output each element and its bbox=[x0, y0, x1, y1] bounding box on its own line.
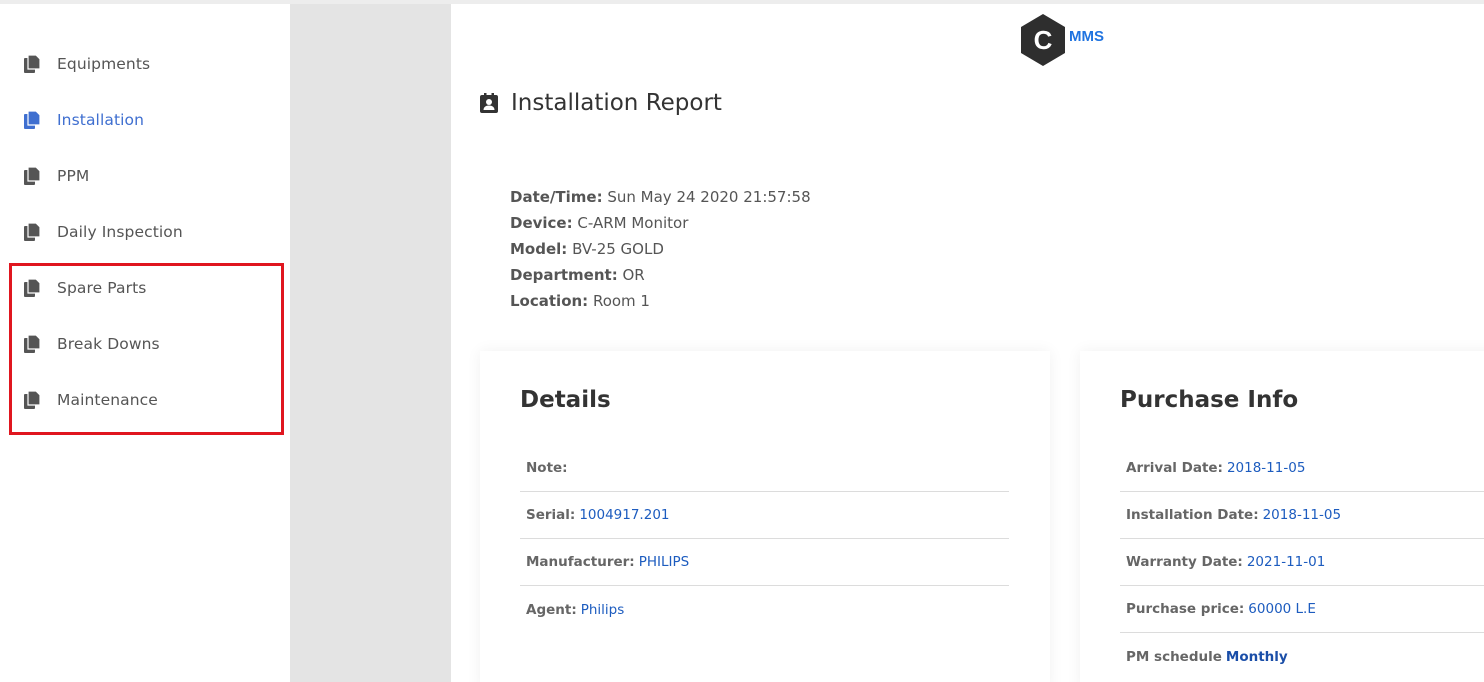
purchase-value: 2018-11-05 bbox=[1226, 460, 1306, 476]
meta-location: Location: Room 1 bbox=[510, 288, 811, 314]
meta-datetime: Date/Time: Sun May 24 2020 21:57:58 bbox=[510, 184, 811, 210]
meta-department: Department: OR bbox=[510, 262, 811, 288]
detail-key: Agent: bbox=[526, 601, 577, 618]
purchase-arrival-date: Arrival Date: 2018-11-05 bbox=[1120, 445, 1484, 492]
sidebar-item-label: Spare Parts bbox=[57, 279, 147, 297]
logo-letter: C bbox=[1034, 25, 1053, 55]
purchase-key: Purchase price: bbox=[1126, 601, 1245, 617]
purchase-info-card: Purchase Info Arrival Date: 2018-11-05 In… bbox=[1080, 351, 1484, 682]
meta-value: OR bbox=[622, 266, 645, 284]
main-content: C MMS Installation Report Date/Time: Sun… bbox=[451, 4, 1484, 682]
hexagon-logo-icon: C bbox=[1021, 14, 1065, 66]
detail-manufacturer: Manufacturer: PHILIPS bbox=[520, 539, 1009, 586]
purchase-key: Warranty Date: bbox=[1126, 554, 1243, 570]
gutter-panel bbox=[290, 4, 451, 682]
details-card: Details Note: Serial: 1004917.201 Manufac… bbox=[480, 351, 1050, 682]
purchase-value: 2021-11-01 bbox=[1246, 554, 1326, 570]
meta-key: Location: bbox=[510, 292, 589, 310]
detail-value: Philips bbox=[580, 601, 625, 618]
copy-icon bbox=[24, 111, 40, 129]
purchase-key: PM schedule bbox=[1126, 648, 1222, 665]
copy-icon bbox=[24, 223, 40, 241]
detail-value: PHILIPS bbox=[638, 554, 690, 570]
app-logo[interactable]: C MMS bbox=[1019, 13, 1104, 67]
sidebar-item-label: Maintenance bbox=[57, 391, 158, 409]
sidebar-item-installation[interactable]: Installation bbox=[24, 100, 144, 140]
purchase-price: Purchase price: 60000 L.E bbox=[1120, 586, 1484, 633]
sidebar-item-label: PPM bbox=[57, 167, 90, 185]
meta-key: Model: bbox=[510, 240, 568, 258]
detail-key: Serial: bbox=[526, 507, 576, 523]
meta-key: Department: bbox=[510, 266, 618, 284]
copy-icon bbox=[24, 279, 40, 297]
purchase-pm-schedule: PM schedule Monthly bbox=[1120, 633, 1484, 680]
detail-value: 1004917.201 bbox=[579, 507, 670, 523]
sidebar-item-label: Installation bbox=[57, 111, 145, 129]
sidebar-item-ppm[interactable]: PPM bbox=[24, 156, 89, 196]
purchase-key: Arrival Date: bbox=[1126, 460, 1223, 476]
contact-badge-icon bbox=[480, 93, 498, 113]
sidebar-item-label: Equipments bbox=[57, 55, 151, 73]
meta-key: Device: bbox=[510, 214, 573, 232]
meta-value: BV-25 GOLD bbox=[572, 240, 664, 258]
copy-icon bbox=[24, 391, 40, 409]
copy-icon bbox=[24, 335, 40, 353]
logo-text: MMS bbox=[1069, 27, 1104, 45]
detail-key: Manufacturer: bbox=[526, 554, 635, 570]
purchase-key: Installation Date: bbox=[1126, 507, 1259, 523]
sidebar-item-label: Break Downs bbox=[57, 335, 160, 353]
report-meta: Date/Time: Sun May 24 2020 21:57:58 Devi… bbox=[510, 184, 811, 314]
page-title: Installation Report bbox=[479, 90, 722, 116]
purchase-warranty-date: Warranty Date: 2021-11-01 bbox=[1120, 539, 1484, 586]
meta-value: C-ARM Monitor bbox=[577, 214, 689, 232]
details-list: Note: Serial: 1004917.201 Manufacturer: PH… bbox=[520, 445, 1009, 633]
meta-value: Sun May 24 2020 21:57:58 bbox=[607, 188, 811, 206]
detail-note: Note: bbox=[520, 445, 1009, 492]
purchase-title: Purchase Info bbox=[1120, 387, 1299, 413]
page-title-text: Installation Report bbox=[511, 90, 722, 116]
sidebar-item-equipments[interactable]: Equipments bbox=[24, 44, 150, 84]
sidebar-item-label: Daily Inspection bbox=[57, 223, 183, 241]
meta-value: Room 1 bbox=[592, 292, 650, 310]
details-title: Details bbox=[520, 387, 611, 413]
purchase-list: Arrival Date: 2018-11-05 Installation Dat… bbox=[1120, 445, 1484, 680]
sidebar-item-daily-inspection[interactable]: Daily Inspection bbox=[24, 212, 183, 252]
meta-key: Date/Time: bbox=[510, 188, 603, 206]
sidebar: Equipments Installation PPM Daily Inspec… bbox=[0, 4, 290, 682]
sidebar-item-break-downs[interactable]: Break Downs bbox=[24, 324, 160, 364]
sidebar-item-spare-parts[interactable]: Spare Parts bbox=[24, 268, 146, 308]
meta-device: Device: C-ARM Monitor bbox=[510, 210, 811, 236]
copy-icon bbox=[24, 167, 40, 185]
sidebar-item-maintenance[interactable]: Maintenance bbox=[24, 380, 158, 420]
copy-icon bbox=[24, 55, 40, 73]
purchase-value: Monthly bbox=[1225, 648, 1288, 665]
detail-agent: Agent: Philips bbox=[520, 586, 1009, 633]
detail-serial: Serial: 1004917.201 bbox=[520, 492, 1009, 539]
purchase-value: 2018-11-05 bbox=[1262, 507, 1342, 523]
purchase-value: 60000 L.E bbox=[1248, 601, 1316, 617]
purchase-installation-date: Installation Date: 2018-11-05 bbox=[1120, 492, 1484, 539]
detail-key: Note: bbox=[526, 460, 568, 476]
meta-model: Model: BV-25 GOLD bbox=[510, 236, 811, 262]
